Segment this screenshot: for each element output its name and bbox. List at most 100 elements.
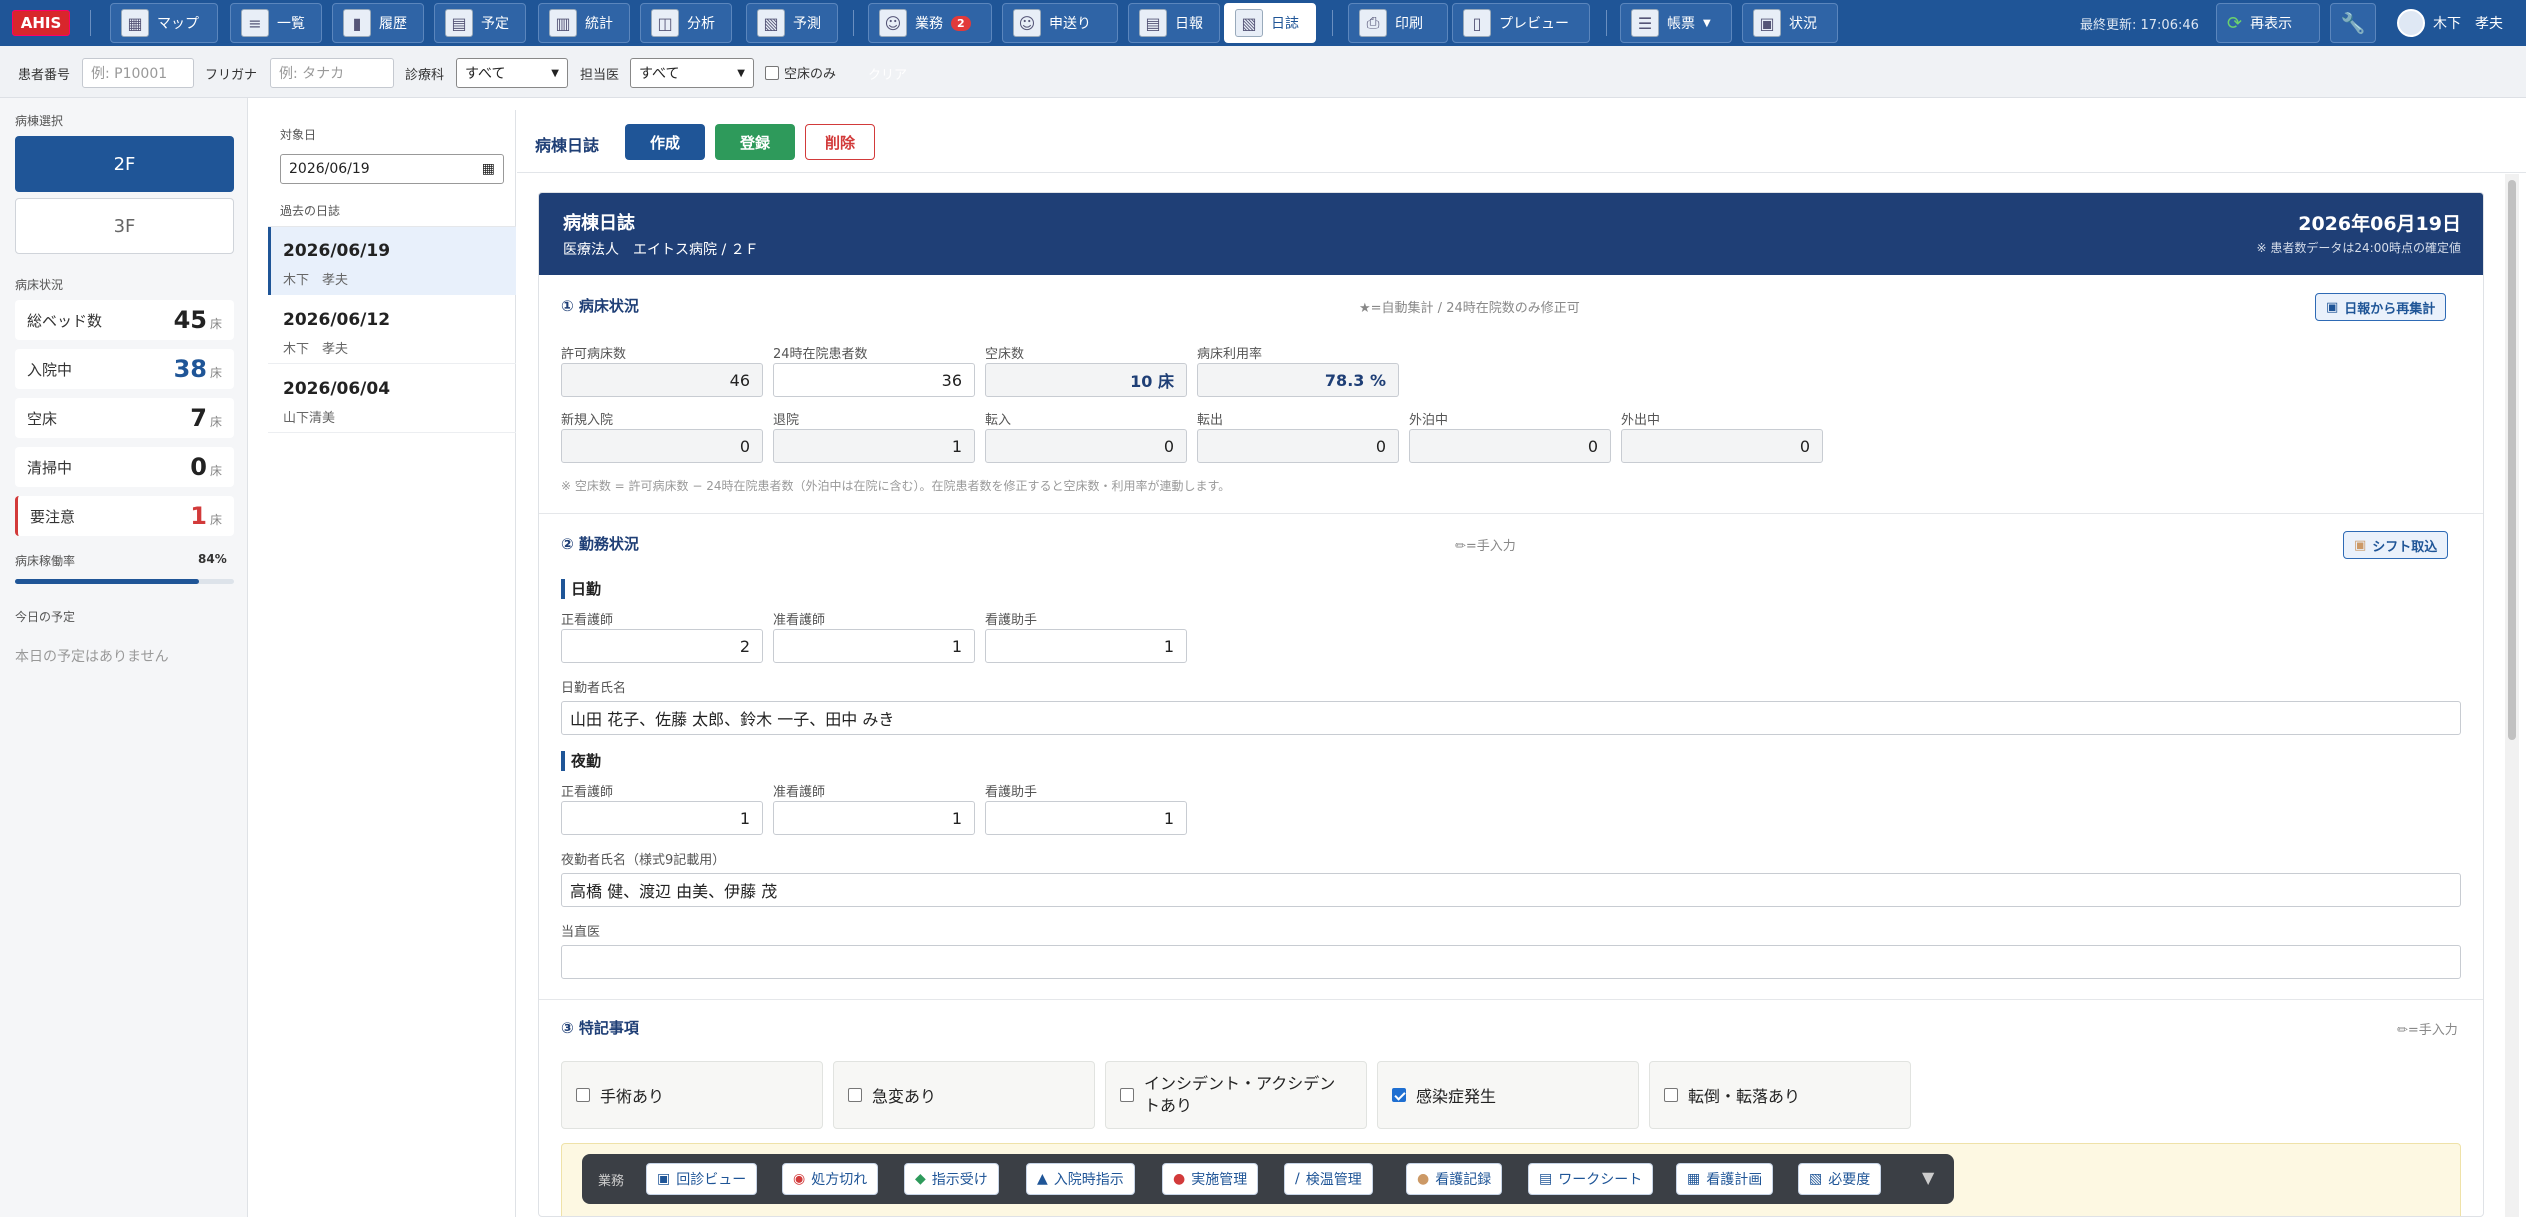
prescription-expiry-button[interactable]: ◉ 処方切れ [782, 1163, 879, 1195]
scrollbar-thumb[interactable] [2508, 180, 2516, 740]
list-button[interactable]: ≡ 一覧 [230, 3, 322, 43]
journal-entry[interactable]: 2026/06/19 木下 孝夫 [268, 227, 516, 295]
incident-checkbox-item[interactable]: インシデント・アクシデントあり [1105, 1061, 1367, 1129]
nursing-record-button[interactable]: ● 看護記録 [1406, 1163, 1503, 1195]
day-lpn-input[interactable]: 1 [773, 629, 975, 663]
department-select[interactable]: すべて ▼ [456, 58, 568, 88]
on-call-doctor-input[interactable] [561, 945, 2461, 979]
toolbar-divider [90, 10, 91, 36]
doctor-select[interactable]: すべて ▼ [630, 58, 754, 88]
day-staff-names-input[interactable]: 山田 花子、佐藤 太郎、鈴木 一子、田中 みき [561, 701, 2461, 735]
map-button[interactable]: ▦ マップ [110, 3, 218, 43]
journal-panel: 病棟日誌 医療法人 エイトス病院 / ２Ｆ 2026年06月19日 ※ 患者数デ… [538, 192, 2484, 1217]
fall-checkbox[interactable] [1664, 1088, 1678, 1102]
toolbar-divider [1606, 10, 1607, 36]
admission-orders-button[interactable]: ▲ 入院時指示 [1026, 1163, 1135, 1195]
department-label: 診療科 [405, 68, 445, 83]
main-scrollbar[interactable] [2505, 174, 2519, 1217]
avatar [2397, 9, 2425, 37]
field-label: 24時在院患者数 [773, 347, 868, 362]
incident-checkbox[interactable] [1120, 1088, 1134, 1102]
field-label: 正看護師 [561, 613, 614, 628]
night-rn-input[interactable]: 1 [561, 801, 763, 835]
analysis-button[interactable]: ◫ 分析 [640, 3, 732, 43]
sudden-change-checkbox[interactable] [848, 1088, 862, 1102]
forms-dropdown-button[interactable]: ☰ 帳票 ▼ [1620, 3, 1732, 43]
past-journals-label: 過去の日誌 [280, 204, 341, 218]
sidebar: 病棟選択 2F 3F 病床状況 総ベッド数 45 床 入院中 38 床 空床 7 床 清掃中… [0, 98, 248, 1217]
surgery-checkbox-item[interactable]: 手術あり [561, 1061, 823, 1129]
forecast-button[interactable]: ▧ 予測 [746, 3, 838, 43]
outing-field: 0 [1621, 429, 1823, 463]
journal-button[interactable]: ▧ 日誌 [1224, 3, 1316, 43]
handover-button[interactable]: ☺ 申送り [1002, 3, 1118, 43]
furigana-input[interactable]: 例: タナカ [270, 58, 394, 88]
calendar-icon[interactable]: ▦ [482, 161, 495, 177]
ward-3f-button[interactable]: 3F [15, 198, 234, 254]
task-icon: ● [1173, 1171, 1186, 1187]
refresh-button[interactable]: ⟳ 再表示 [2216, 3, 2320, 43]
create-button[interactable]: 作成 [625, 124, 705, 160]
status-button[interactable]: ▣ 状況 [1742, 3, 1838, 43]
target-date-label: 対象日 [280, 128, 317, 142]
infection-checkbox-item[interactable]: 感染症発生 [1377, 1061, 1639, 1129]
occupancy-value: 84% [198, 552, 227, 566]
panel-note: ※ 患者数データは24:00時点の確定値 [2256, 241, 2461, 255]
print-button[interactable]: ⎙ 印刷 [1348, 3, 1448, 43]
patient-no-label: 患者番号 [18, 68, 71, 83]
caret-down-icon: ▼ [1703, 17, 1711, 29]
report-icon: ▤ [1139, 9, 1167, 37]
night-staff-names-input[interactable]: 高橋 健、渡辺 由美、伊藤 茂 [561, 873, 2461, 907]
field-label: 外出中 [1621, 413, 1661, 428]
day-rn-input[interactable]: 2 [561, 629, 763, 663]
field-label: 転出 [1197, 413, 1224, 428]
sudden-change-checkbox-item[interactable]: 急変あり [833, 1061, 1095, 1129]
infection-checkbox[interactable] [1392, 1088, 1406, 1102]
target-date-input[interactable]: 2026/06/19 ▦ [280, 154, 504, 184]
shift-import-button[interactable]: ▣ シフト取込 [2343, 531, 2449, 559]
vacant-only-checkbox[interactable] [765, 65, 779, 80]
day-aide-input[interactable]: 1 [985, 629, 1187, 663]
shift-section-title: ② 勤務状況 [561, 535, 639, 553]
field-label: 看護助手 [985, 613, 1038, 628]
vacant-only-toggle[interactable]: 空床のみ [765, 63, 836, 82]
user-menu[interactable]: 木下 孝夫 [2386, 3, 2516, 43]
collapse-icon[interactable]: ▼ [1922, 1168, 1934, 1187]
clipboard-icon: ▣ [2354, 537, 2367, 553]
pill-icon: ◉ [793, 1171, 806, 1187]
night-lpn-input[interactable]: 1 [773, 801, 975, 835]
history-button[interactable]: ▮ 履歴 [332, 3, 424, 43]
plan-icon: ▦ [1687, 1171, 1701, 1187]
journal-entry[interactable]: 2026/06/04 山下清美 [268, 365, 516, 433]
night-aide-input[interactable]: 1 [985, 801, 1187, 835]
bed-status-hint: ★=自動集計 / 24時在院数のみ修正可 [1359, 301, 1580, 316]
preview-button[interactable]: ▯ プレビュー [1452, 3, 1590, 43]
task-bar: 業務 ▣ 回診ビュー ◉ 処方切れ ◆ 指示受け ▲ 入院時指示 ● 実施管理 / 検温管理… [582, 1154, 1954, 1204]
patient-no-input[interactable]: 例: P10001 [82, 58, 194, 88]
severity-button[interactable]: ▧ 必要度 [1798, 1163, 1882, 1195]
clear-button[interactable]: クリア [868, 64, 908, 83]
top-toolbar: AHIS ▦ マップ ≡ 一覧 ▮ 履歴 ▤ 予定 ▥ 統計 ◫ 分析 ▧ 予測 ☺ 業務 2 ☺… [0, 0, 2526, 46]
delete-button[interactable]: 削除 [805, 124, 875, 160]
order-receipt-button[interactable]: ◆ 指示受け [904, 1163, 999, 1195]
temperature-mgmt-button[interactable]: / 検温管理 [1284, 1163, 1373, 1195]
stats-button[interactable]: ▥ 統計 [538, 3, 630, 43]
stat-total-beds: 総ベッド数 45 床 [15, 300, 234, 340]
analysis-icon: ◫ [651, 9, 679, 37]
fall-checkbox-item[interactable]: 転倒・転落あり [1649, 1061, 1911, 1129]
nursing-plan-button[interactable]: ▦ 看護計画 [1676, 1163, 1774, 1195]
recalc-button[interactable]: ▣ 日報から再集計 [2315, 293, 2447, 321]
worksheet-button[interactable]: ▤ ワークシート [1528, 1163, 1654, 1195]
surgery-checkbox[interactable] [576, 1088, 590, 1102]
daily-report-button[interactable]: ▤ 日報 [1128, 3, 1220, 43]
toolbar-divider [853, 10, 854, 36]
execution-mgmt-button[interactable]: ● 実施管理 [1162, 1163, 1259, 1195]
settings-button[interactable]: 🔧 [2330, 3, 2376, 43]
schedule-button[interactable]: ▤ 予定 [434, 3, 526, 43]
inpatients-24h-input[interactable]: 36 [773, 363, 975, 397]
journal-entry[interactable]: 2026/06/12 木下 孝夫 [268, 296, 516, 364]
rounds-view-button[interactable]: ▣ 回診ビュー [646, 1163, 758, 1195]
tasks-button[interactable]: ☺ 業務 2 [868, 3, 992, 43]
ward-2f-button[interactable]: 2F [15, 136, 234, 192]
register-button[interactable]: 登録 [715, 124, 795, 160]
